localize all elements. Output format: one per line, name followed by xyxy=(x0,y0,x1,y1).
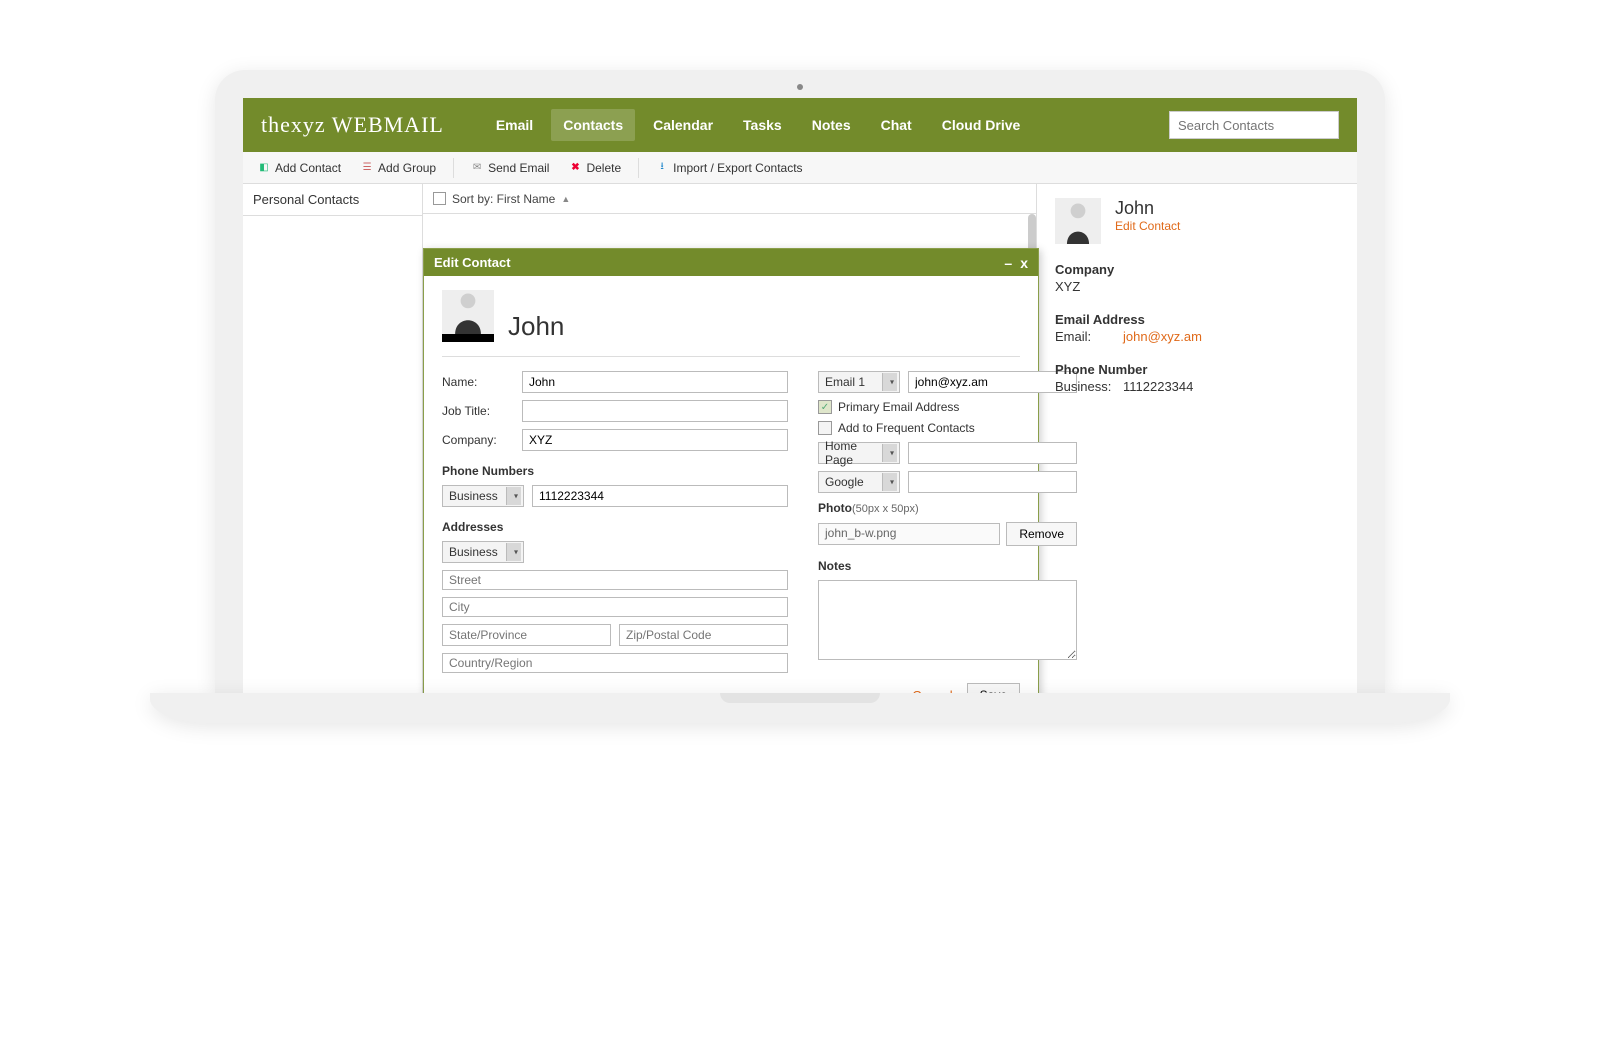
toolbar-separator xyxy=(453,158,454,178)
job-title-field[interactable] xyxy=(522,400,788,422)
nav-cloud-drive[interactable]: Cloud Drive xyxy=(930,109,1033,141)
web-type-1-select[interactable]: Home Page▾ xyxy=(818,442,900,464)
detail-avatar xyxy=(1055,198,1101,244)
close-button[interactable]: x xyxy=(1020,256,1028,270)
contact-avatar xyxy=(442,290,494,342)
save-button[interactable]: Save xyxy=(967,683,1020,693)
import-icon: ⭳ xyxy=(655,161,669,175)
nav-email[interactable]: Email xyxy=(484,109,545,141)
street-field[interactable] xyxy=(442,570,788,590)
detail-email-section: Email Address xyxy=(1055,312,1343,327)
detail-name: John xyxy=(1115,198,1180,219)
edit-contact-link[interactable]: Edit Contact xyxy=(1115,219,1180,233)
sort-bar[interactable]: Sort by: First Name ▲ xyxy=(423,184,1036,214)
toolbar: ◧ Add Contact ☰ Add Group ✉ Send Email ✖… xyxy=(243,152,1357,184)
mail-icon: ✉ xyxy=(470,161,484,175)
photo-file-field[interactable]: john_b-w.png xyxy=(818,523,1000,545)
add-contact-icon: ◧ xyxy=(257,161,271,175)
edit-contact-modal: Edit Contact – x John xyxy=(423,248,1039,693)
country-field[interactable] xyxy=(442,653,788,673)
delete-label: Delete xyxy=(586,161,621,175)
job-title-label: Job Title: xyxy=(442,404,514,418)
photo-heading: Photo xyxy=(818,501,852,515)
phone-type-select[interactable]: Business▾ xyxy=(442,485,524,507)
company-label: Company: xyxy=(442,433,514,447)
import-export-button[interactable]: ⭳ Import / Export Contacts xyxy=(649,158,809,178)
app-logo: thexyz WEBMAIL xyxy=(261,112,444,138)
contact-list-panel: Sort by: First Name ▲ Edit Contact – x xyxy=(423,184,1037,693)
frequent-contacts-checkbox[interactable] xyxy=(818,421,832,435)
sort-label: Sort by: First Name xyxy=(452,192,555,206)
nav-contacts[interactable]: Contacts xyxy=(551,109,635,141)
delete-icon: ✖ xyxy=(568,161,582,175)
send-email-button[interactable]: ✉ Send Email xyxy=(464,158,556,178)
detail-phone-value: 1112223344 xyxy=(1123,379,1193,394)
detail-phone-label: Business: xyxy=(1055,379,1115,394)
address-type-select[interactable]: Business▾ xyxy=(442,541,524,563)
modal-title: Edit Contact xyxy=(434,255,511,270)
minimize-button[interactable]: – xyxy=(1004,256,1012,270)
select-all-checkbox[interactable] xyxy=(433,192,446,205)
add-group-button[interactable]: ☰ Add Group xyxy=(354,158,443,178)
toolbar-separator xyxy=(638,158,639,178)
delete-button[interactable]: ✖ Delete xyxy=(562,158,628,178)
left-panel: Personal Contacts xyxy=(243,184,423,693)
nav-notes[interactable]: Notes xyxy=(800,109,863,141)
add-contact-button[interactable]: ◧ Add Contact xyxy=(251,158,348,178)
city-field[interactable] xyxy=(442,597,788,617)
phone-numbers-heading: Phone Numbers xyxy=(442,464,788,478)
phone-value-field[interactable] xyxy=(532,485,788,507)
nav-chat[interactable]: Chat xyxy=(869,109,924,141)
contact-detail-panel: John Edit Contact Company XYZ Email Addr… xyxy=(1037,184,1357,693)
primary-email-label: Primary Email Address xyxy=(838,400,959,414)
personal-contacts-header[interactable]: Personal Contacts xyxy=(243,184,422,216)
email-type-select[interactable]: Email 1▾ xyxy=(818,371,900,393)
send-email-label: Send Email xyxy=(488,161,549,175)
add-contact-label: Add Contact xyxy=(275,161,341,175)
web-type-2-select[interactable]: Google▾ xyxy=(818,471,900,493)
import-export-label: Import / Export Contacts xyxy=(673,161,802,175)
state-field[interactable] xyxy=(442,624,611,646)
add-group-icon: ☰ xyxy=(360,161,374,175)
detail-company-value: XYZ xyxy=(1055,279,1343,294)
search-input[interactable] xyxy=(1169,111,1339,139)
primary-email-checkbox[interactable]: ✓ xyxy=(818,400,832,414)
zip-field[interactable] xyxy=(619,624,788,646)
detail-phone-section: Phone Number xyxy=(1055,362,1343,377)
add-group-label: Add Group xyxy=(378,161,436,175)
detail-email-label: Email: xyxy=(1055,329,1115,344)
company-field[interactable] xyxy=(522,429,788,451)
detail-company-label: Company xyxy=(1055,262,1343,277)
detail-email-value[interactable]: john@xyz.am xyxy=(1123,329,1202,344)
addresses-heading: Addresses xyxy=(442,520,788,534)
nav-calendar[interactable]: Calendar xyxy=(641,109,725,141)
modal-titlebar[interactable]: Edit Contact – x xyxy=(424,249,1038,276)
topbar: thexyz WEBMAIL Email Contacts Calendar T… xyxy=(243,98,1357,152)
nav-tasks[interactable]: Tasks xyxy=(731,109,794,141)
name-label: Name: xyxy=(442,375,514,389)
photo-hint: (50px x 50px) xyxy=(852,503,919,515)
sort-ascending-icon: ▲ xyxy=(561,194,570,204)
name-field[interactable] xyxy=(522,371,788,393)
contact-display-name: John xyxy=(508,311,564,342)
nav: Email Contacts Calendar Tasks Notes Chat… xyxy=(484,109,1032,141)
frequent-contacts-label: Add to Frequent Contacts xyxy=(838,421,975,435)
